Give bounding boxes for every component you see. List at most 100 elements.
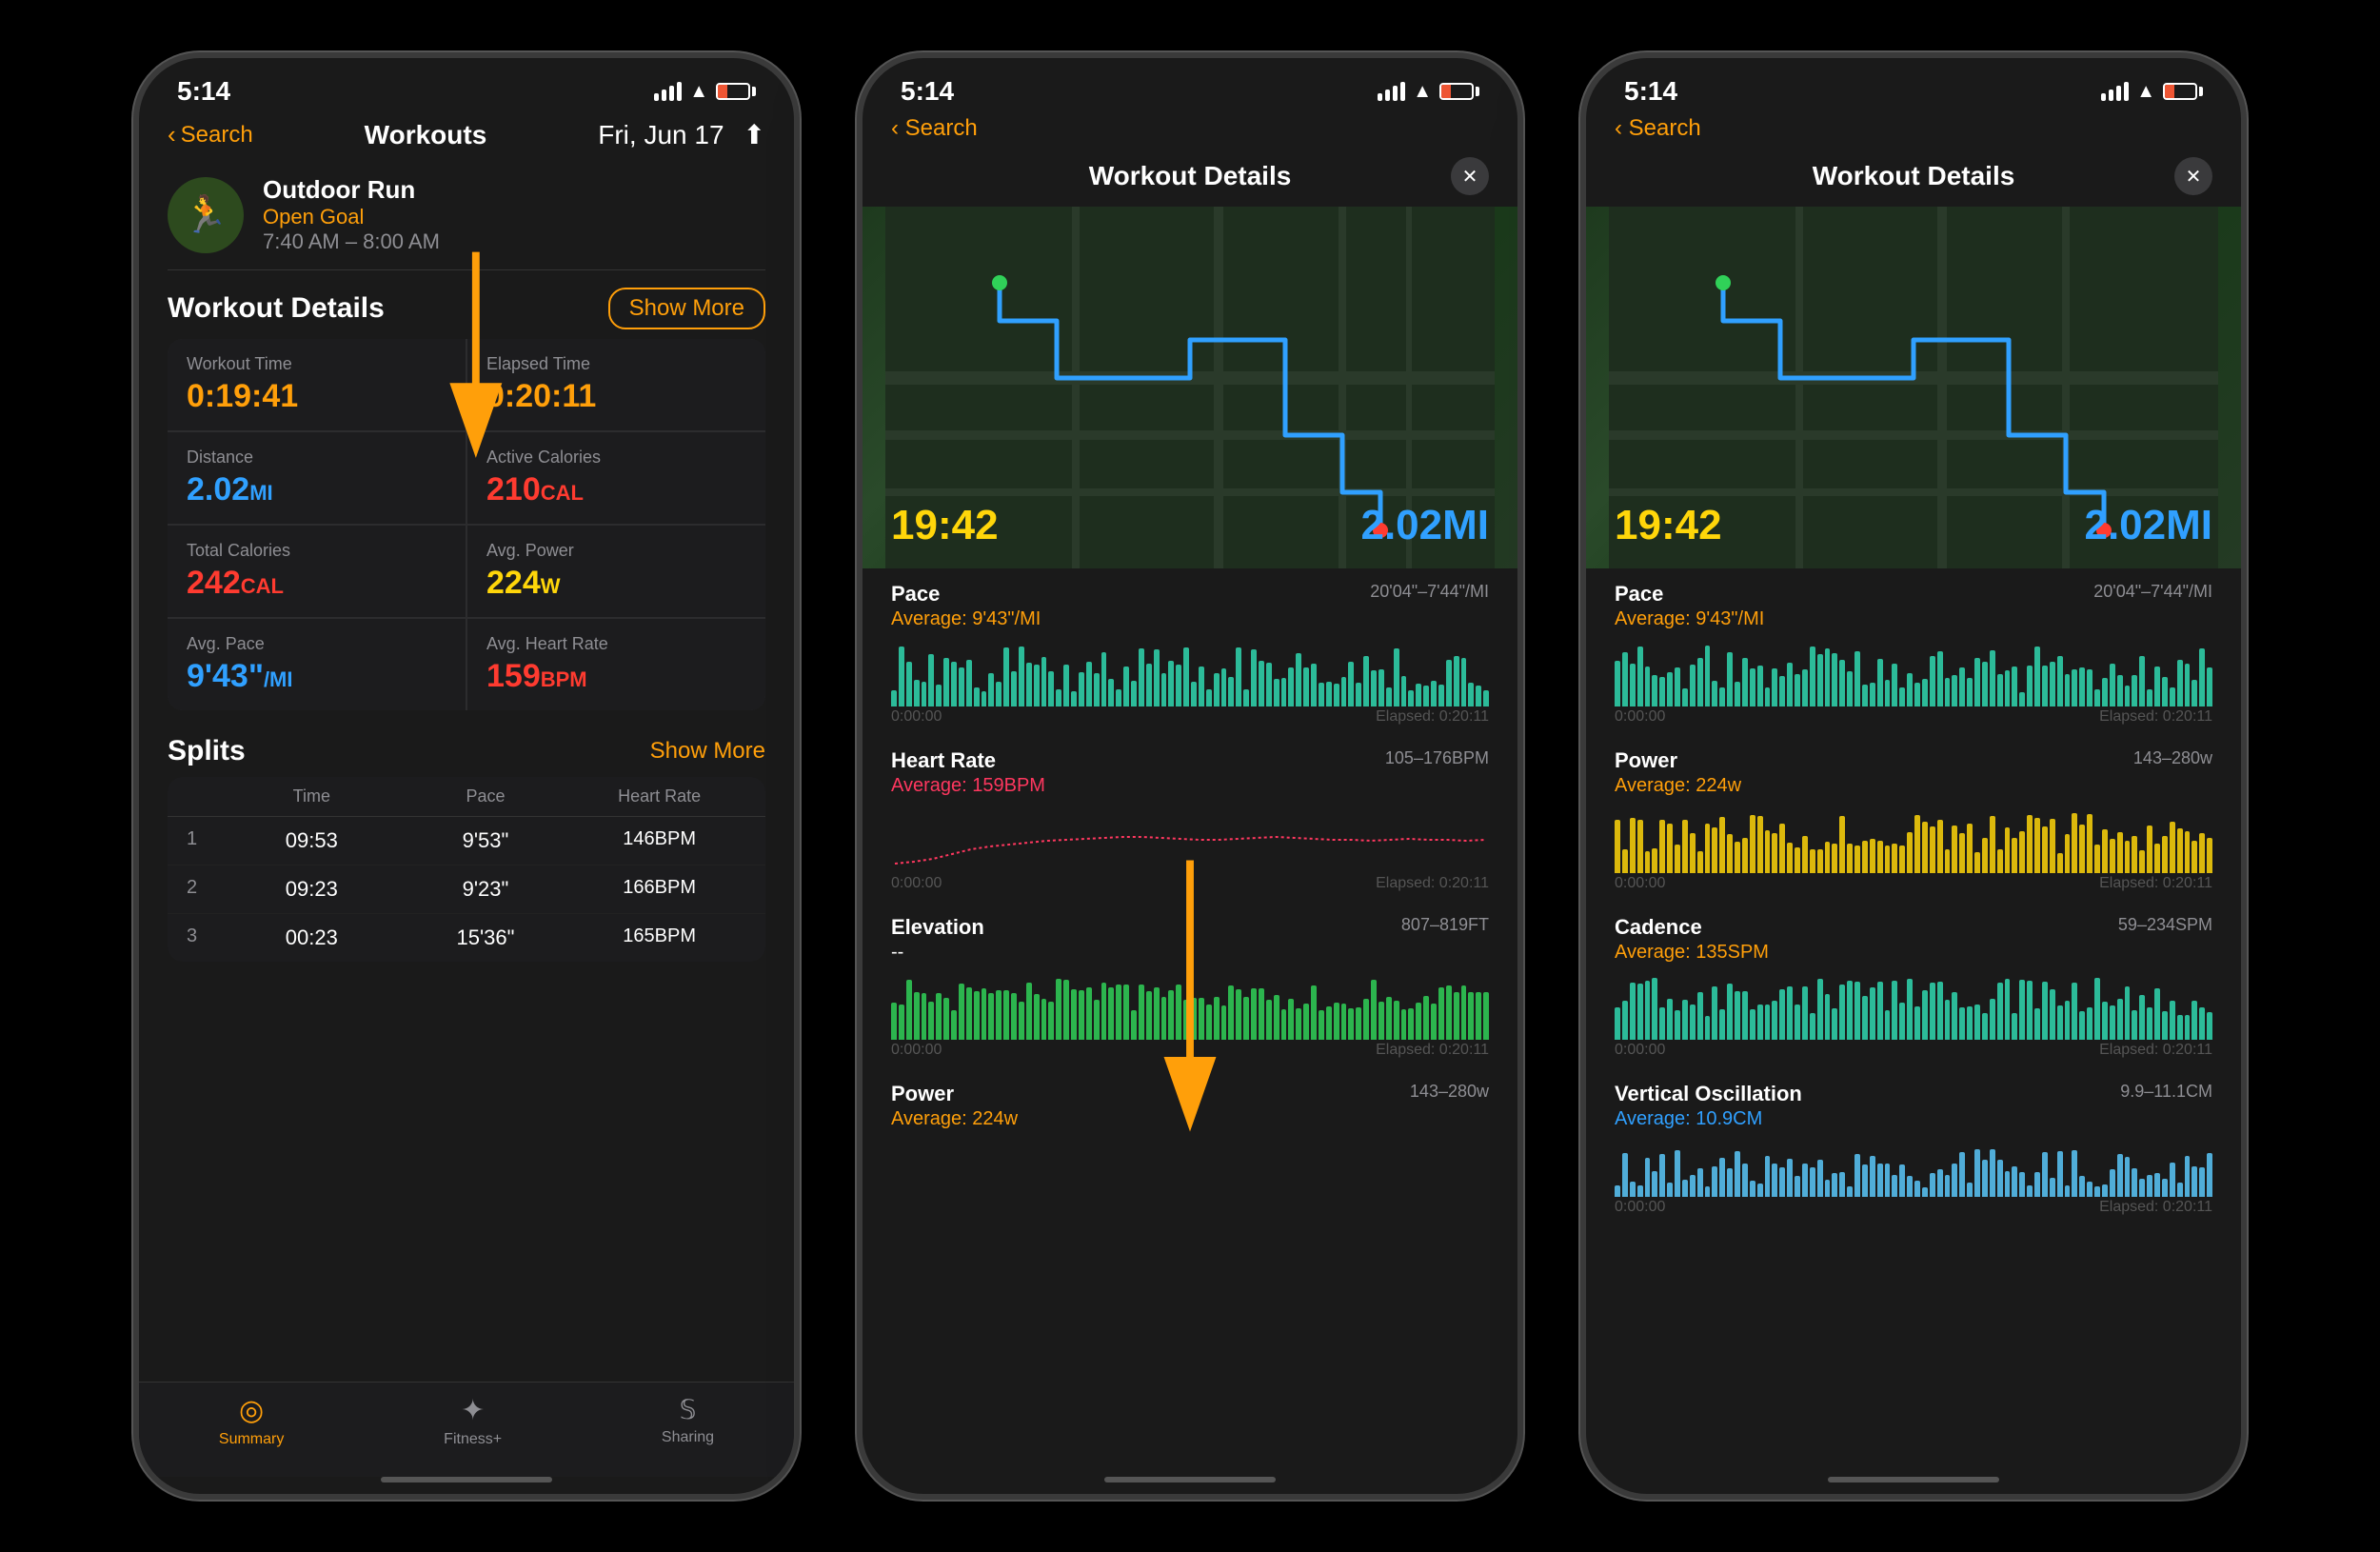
close-button-2[interactable]: ✕	[1451, 157, 1489, 195]
chart-bar	[1086, 987, 1092, 1040]
chart-bar	[1712, 986, 1717, 1040]
chart-bar	[1885, 1010, 1891, 1040]
route-time-2: 19:42	[891, 502, 999, 549]
chart-pace-label-3: Pace	[1615, 582, 1764, 607]
chart-elev-end-2: Elapsed: 0:20:11	[1376, 1042, 1489, 1059]
chart-bar	[2185, 1015, 2191, 1041]
chart-bar	[2192, 841, 2197, 873]
chart-hr-info-2: Heart Rate Average: 159BPM	[891, 748, 1045, 801]
chart-elev-avg-2: --	[891, 942, 984, 964]
modal-back-btn-3[interactable]: ‹ Search	[1615, 115, 1701, 142]
chart-bar	[2087, 669, 2092, 706]
chart-bar	[2170, 1163, 2175, 1197]
map-bg-3: 19:42 2.02MI	[1586, 207, 2241, 568]
modal-back-btn[interactable]: ‹ Search	[891, 115, 978, 142]
chart-bar	[1423, 996, 1429, 1040]
stat-label-distance: Distance	[187, 448, 446, 468]
splits-time-1: 09:53	[225, 828, 399, 853]
chart-bar	[996, 990, 1002, 1040]
chart-bar	[1071, 989, 1077, 1040]
tab-fitness-label: Fitness+	[444, 1431, 502, 1448]
chart-bar	[1982, 662, 1988, 706]
chart-bar	[1675, 1010, 1680, 1040]
stat-value-avg-pace: 9'43"/MI	[187, 658, 446, 695]
chart-bar	[1779, 824, 1785, 873]
tab-sharing[interactable]: 𝕊 Sharing	[662, 1394, 714, 1448]
chart-bar	[1146, 664, 1152, 706]
chart-bar	[1825, 1180, 1831, 1197]
splits-num-2: 2	[187, 877, 225, 902]
chart-bar	[1281, 678, 1287, 706]
chart-bar	[1667, 672, 1673, 706]
chart-power-end-3: Elapsed: 0:20:11	[2099, 875, 2212, 892]
chart-cadence-header-3: Cadence Average: 135SPM 59–234SPM	[1615, 915, 2212, 967]
chart-bar	[1637, 820, 1643, 873]
chart-bar	[1431, 681, 1437, 706]
chart-elev-range-2: 807–819FT	[1401, 915, 1489, 935]
chart-bar	[1378, 1002, 1384, 1040]
splits-pace-1: 9'53"	[399, 828, 573, 853]
chart-bar	[1742, 991, 1748, 1040]
chart-bar	[1810, 647, 1815, 706]
chart-bar	[1757, 1005, 1763, 1040]
chart-bar	[1892, 981, 1897, 1040]
chart-pace-footer-3: 0:00:00 Elapsed: 0:20:11	[1615, 708, 2212, 726]
chart-bar	[1483, 992, 1489, 1040]
show-more-button-details[interactable]: Show More	[608, 288, 765, 329]
chart-bar	[2177, 828, 2183, 873]
chart-bar	[1847, 981, 1853, 1040]
chart-vosc-3: Vertical Oscillation Average: 10.9CM 9.9…	[1586, 1068, 2241, 1225]
chart-hr-range-2: 105–176BPM	[1385, 748, 1489, 768]
tab-fitness[interactable]: ✦ Fitness+	[444, 1394, 502, 1448]
stat-elapsed-time: Elapsed Time 0:20:11	[467, 339, 765, 430]
chart-bar	[2079, 825, 2085, 873]
chart-bar	[1176, 985, 1181, 1040]
chart-bar	[1199, 998, 1204, 1040]
chart-bar	[1214, 673, 1220, 706]
chart-bar	[1041, 999, 1047, 1040]
splits-header: Splits Show More	[168, 726, 765, 777]
signal-icon-3	[2101, 82, 2129, 101]
close-button-3[interactable]: ✕	[2174, 157, 2212, 195]
chart-bar	[1682, 1000, 1688, 1040]
chart-bar	[1757, 666, 1763, 706]
chart-bar	[1705, 1016, 1711, 1040]
chart-bar	[1735, 1151, 1740, 1197]
chart-bar	[2057, 656, 2063, 706]
chart-pace-label-2: Pace	[891, 582, 1041, 607]
chart-bar	[1659, 1007, 1665, 1040]
home-indicator-3	[1828, 1477, 1999, 1482]
chart-bar	[2177, 660, 2183, 706]
chart-bar	[1899, 1164, 1905, 1197]
share-button[interactable]: ⬆	[744, 119, 765, 150]
chart-hr-avg-2: Average: 159BPM	[891, 775, 1045, 797]
chart-pace-bars-3	[1615, 640, 2212, 706]
route-dist-3: 2.02MI	[2084, 502, 2212, 549]
chart-bar	[1795, 674, 1800, 706]
stat-label-avg-hr: Avg. Heart Rate	[486, 634, 746, 654]
chart-bar	[1659, 820, 1665, 873]
show-more-button-splits[interactable]: Show More	[650, 738, 765, 765]
chart-bar	[951, 1010, 957, 1040]
chart-bar	[1885, 680, 1891, 706]
tab-summary[interactable]: ◎ Summary	[219, 1394, 284, 1448]
chart-power-avg-preview-2: Average: 224w	[891, 1108, 1018, 1130]
back-button-1[interactable]: ‹ Search	[168, 120, 253, 149]
chart-bar	[1952, 675, 1957, 706]
chart-bar	[1907, 673, 1913, 706]
chart-bar	[1690, 833, 1696, 873]
chart-bar	[1922, 679, 1928, 706]
chart-bar	[966, 660, 972, 706]
chart-bar	[1930, 656, 1935, 706]
chart-bar	[1461, 985, 1467, 1040]
chart-bar	[1048, 1002, 1054, 1040]
chart-bar	[1034, 665, 1040, 706]
chart-bar	[1341, 1004, 1347, 1040]
chart-bar	[1011, 671, 1017, 706]
chart-power-range-3: 143–280w	[2133, 748, 2212, 768]
chart-bar	[2057, 1151, 2063, 1197]
chart-bar	[2132, 675, 2137, 706]
map-2: 19:42 2.02MI	[863, 207, 1517, 568]
chart-bar	[1176, 665, 1181, 706]
chart-bar	[943, 998, 949, 1040]
